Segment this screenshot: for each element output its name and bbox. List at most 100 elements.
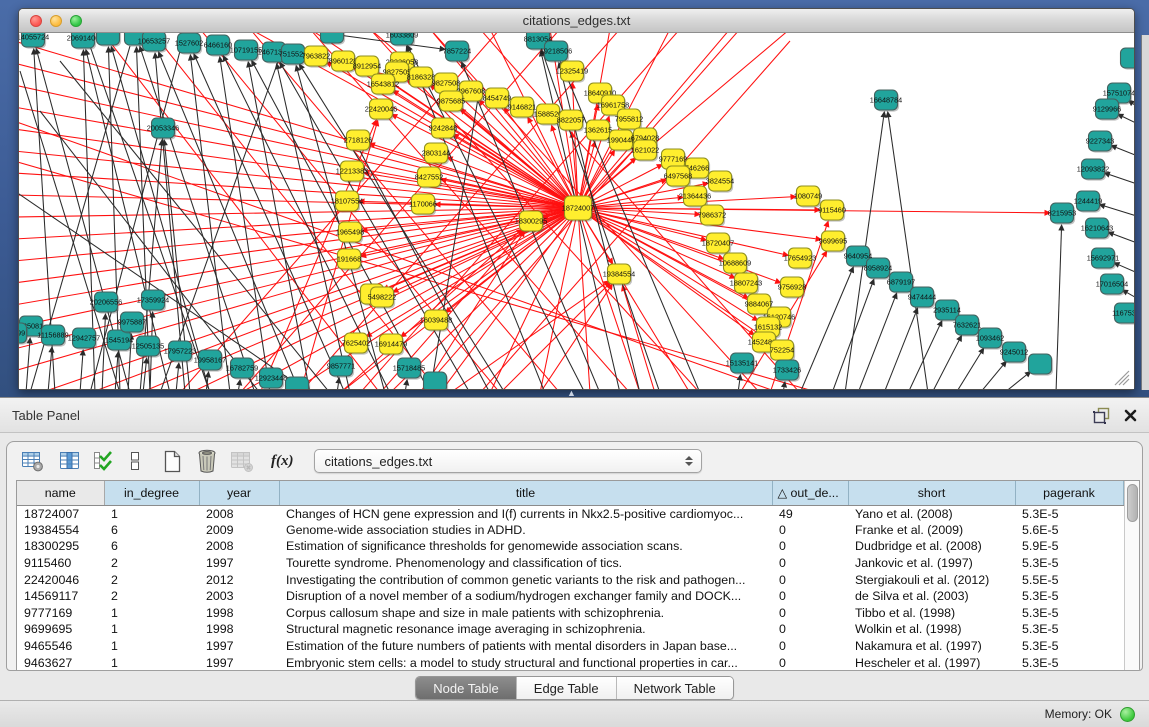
table-cell: 1997 xyxy=(199,555,279,572)
tab-network-table[interactable]: Network Table xyxy=(617,677,733,699)
network-window-titlebar[interactable]: citations_edges.txt xyxy=(19,9,1134,33)
graph-edge[interactable] xyxy=(888,117,928,389)
graph-edge[interactable] xyxy=(1123,117,1134,125)
graph-node-label: 9875685 xyxy=(437,97,465,106)
graph-node[interactable] xyxy=(1029,354,1052,374)
float-panel-icon[interactable] xyxy=(1093,407,1110,424)
table-selector[interactable]: citations_edges.txt xyxy=(314,449,702,473)
graph-node[interactable] xyxy=(424,372,447,389)
close-panel-icon[interactable] xyxy=(1124,409,1137,422)
node-table: namein_degreeyeartitle△ out_de...shortpa… xyxy=(16,480,1140,671)
graph-edge[interactable] xyxy=(143,363,146,389)
table-row[interactable]: 2242004622012Investigating the contribut… xyxy=(17,571,1123,588)
new-table-icon[interactable] xyxy=(161,448,183,474)
table-cell: 1 xyxy=(104,621,199,638)
graph-edge[interactable] xyxy=(48,352,51,389)
graph-edge[interactable] xyxy=(238,385,239,389)
graph-node-label: 11156889 xyxy=(37,331,68,340)
memory-status-label: Memory: OK xyxy=(1045,707,1112,721)
graph-edge[interactable] xyxy=(1119,265,1134,274)
graph-edge[interactable] xyxy=(1105,206,1134,217)
graph-node-label: 9245012 xyxy=(1000,348,1028,357)
graph-node[interactable] xyxy=(97,33,120,45)
graph-node-label: 1621022 xyxy=(631,146,659,155)
graph-node-label: 5498222 xyxy=(368,293,396,302)
column-header-out_degree[interactable]: △ out_de... xyxy=(772,481,848,505)
table-scrollbar[interactable] xyxy=(1124,481,1140,671)
graph-edge[interactable] xyxy=(1133,104,1134,109)
graph-edge[interactable] xyxy=(1113,234,1134,244)
status-bar: Memory: OK xyxy=(0,700,1149,727)
graph-node-label: 17654923 xyxy=(784,254,816,263)
graph-edge[interactable] xyxy=(405,385,406,389)
graph-node-label: 17016504 xyxy=(1096,280,1128,289)
table-row[interactable]: 977716911998Corpus callosum shape and si… xyxy=(17,605,1123,622)
graph-node-label: 14055724 xyxy=(19,33,49,42)
graph-edge[interactable] xyxy=(738,380,740,389)
graph-edge[interactable] xyxy=(191,60,230,389)
select-rows-icon[interactable] xyxy=(93,448,113,474)
network-canvas[interactable]: 1405572420691406106532571527602646616010… xyxy=(19,33,1134,389)
column-header-short[interactable]: short xyxy=(848,481,1015,505)
graph-edge[interactable] xyxy=(19,107,578,208)
graph-edge[interactable] xyxy=(884,313,916,389)
table-settings-icon[interactable] xyxy=(20,448,46,474)
graph-node-label: 17957223 xyxy=(164,347,196,356)
column-header-title[interactable]: title xyxy=(279,481,772,505)
minimize-window-button[interactable] xyxy=(50,15,62,27)
graph-node[interactable] xyxy=(1121,48,1135,68)
column-header-name[interactable]: name xyxy=(17,481,104,505)
table-row[interactable]: 946362711997Embryonic stem cells: a mode… xyxy=(17,654,1123,671)
zoom-window-button[interactable] xyxy=(70,15,82,27)
table-cell: Structural magnetic resonance image aver… xyxy=(279,621,772,638)
graph-edge[interactable] xyxy=(1056,230,1061,389)
table-scrollbar-thumb[interactable] xyxy=(1127,484,1138,522)
graph-edge[interactable] xyxy=(1116,147,1134,157)
graph-edge[interactable] xyxy=(19,181,310,389)
tab-node-table[interactable]: Node Table xyxy=(416,677,517,699)
graph-edge[interactable] xyxy=(80,355,83,389)
table-row[interactable]: 1938455462009Genome-wide association stu… xyxy=(17,522,1123,539)
graph-edge[interactable] xyxy=(19,41,578,208)
tab-edge-table[interactable]: Edge Table xyxy=(517,677,617,699)
graph-edge[interactable] xyxy=(908,326,940,389)
graph-edge[interactable] xyxy=(624,291,655,389)
graph-edge[interactable] xyxy=(102,319,105,389)
graph-edge[interactable] xyxy=(956,353,981,389)
table-row[interactable]: 911546021997Tourette syndrome. Phenomeno… xyxy=(17,555,1123,572)
row-height-icon[interactable] xyxy=(129,448,141,474)
graph-node[interactable] xyxy=(321,33,344,43)
delete-table-icon[interactable] xyxy=(195,448,219,474)
graph-edge[interactable] xyxy=(980,365,1003,389)
graph-edge[interactable] xyxy=(1004,375,1026,389)
graph-node[interactable] xyxy=(286,377,309,389)
graph-edge[interactable] xyxy=(1127,293,1134,300)
graph-edge[interactable] xyxy=(337,383,338,389)
graph-edge[interactable] xyxy=(932,341,959,389)
table-row[interactable]: 946554611997Estimation of the future num… xyxy=(17,638,1123,655)
table-row[interactable]: 1830029562008Estimation of significance … xyxy=(17,538,1123,555)
citation-network-graph[interactable]: 1405572420691406106532571527602646616010… xyxy=(19,33,1134,389)
table-row[interactable]: 1872400712008Changes of HCN gene express… xyxy=(17,505,1123,522)
graph-edge[interactable] xyxy=(176,368,178,389)
table-cell: Tourette syndrome. Phenomenology and cla… xyxy=(279,555,772,572)
column-header-pagerank[interactable]: pagerank xyxy=(1015,481,1123,505)
graph-node-label: 191668 xyxy=(337,255,361,264)
column-header-year[interactable]: year xyxy=(199,481,279,505)
table-row[interactable]: 1456911722003Disruption of a novel membe… xyxy=(17,588,1123,605)
graph-edge[interactable] xyxy=(450,284,605,389)
graph-node-label: 6879197 xyxy=(887,278,915,287)
graph-edge[interactable] xyxy=(858,298,895,389)
table-selector-value: citations_edges.txt xyxy=(325,454,433,469)
graph-edge[interactable] xyxy=(783,387,784,389)
graph-edge[interactable] xyxy=(1110,175,1134,185)
graph-node-label: 20206556 xyxy=(90,298,122,307)
table-cell: 2 xyxy=(104,588,199,605)
close-window-button[interactable] xyxy=(30,15,42,27)
graph-edge[interactable] xyxy=(800,272,851,389)
graph-edge[interactable] xyxy=(156,58,185,389)
function-builder-icon[interactable]: f(x) xyxy=(271,448,294,474)
column-header-in_degree[interactable]: in_degree xyxy=(104,481,199,505)
table-row[interactable]: 969969511998Structural magnetic resonanc… xyxy=(17,621,1123,638)
select-columns-icon[interactable] xyxy=(57,448,83,474)
